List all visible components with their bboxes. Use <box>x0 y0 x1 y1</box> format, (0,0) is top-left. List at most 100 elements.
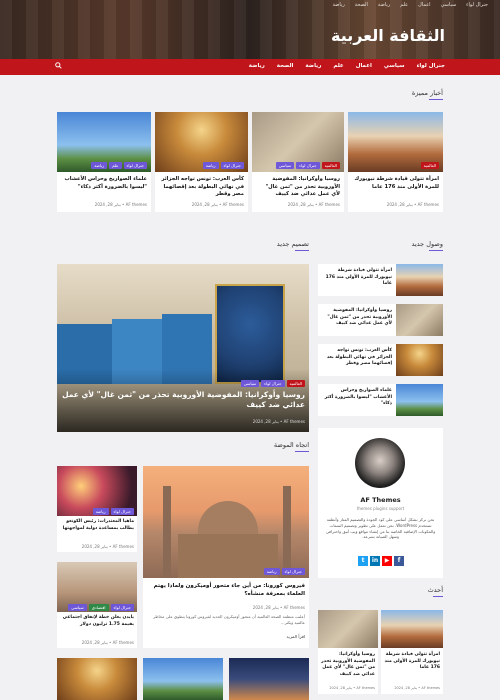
top-link[interactable]: جنرال لواء <box>466 2 488 8</box>
category-badge[interactable]: اقتصادي <box>88 604 109 611</box>
featured-card[interactable]: العالمية جنرال لواء سياسي روسيا وأوكراني… <box>252 112 344 212</box>
post-image[interactable] <box>143 658 223 700</box>
recent-title[interactable]: علماء الصواريخ وحراس الأعشاب "ليسوا بالض… <box>321 388 392 408</box>
facebook-icon[interactable]: f <box>394 556 404 566</box>
post-image[interactable] <box>229 658 309 700</box>
nav-item[interactable]: علم <box>333 63 343 69</box>
post-image[interactable] <box>57 658 137 700</box>
section-underline <box>429 99 443 100</box>
top-link[interactable]: اعمال <box>418 2 430 8</box>
recent-item[interactable]: كأس العرب: تونس تواجه الجزائر في نهائي ا… <box>318 344 443 376</box>
trend-main-title[interactable]: فيروس كورونا: من أين جاء متحور أوميكرون … <box>147 582 305 598</box>
category-badge[interactable]: رياضة <box>202 162 219 169</box>
featured-title[interactable]: روسيا وأوكرانيا: المفوضية الأوروبية تحذر… <box>256 176 340 199</box>
latest-image[interactable] <box>381 610 443 648</box>
post-meta: AF themes • يناير 28, 2024 <box>386 202 439 207</box>
recent-item[interactable]: امرأة تتولى قيادة شرطة نيويورك للمرة الأ… <box>318 264 443 296</box>
featured-title[interactable]: امرأة تتولى قيادة شرطة نيويورك للمرة الأ… <box>352 176 439 191</box>
category-badge[interactable]: سياسي <box>68 604 87 611</box>
featured-title[interactable]: كأس العرب: تونس تواجه الجزائر في نهائي ا… <box>159 176 244 199</box>
category-badge[interactable]: جنرال لواء <box>110 604 134 611</box>
recent-thumb[interactable] <box>396 344 443 376</box>
youtube-icon[interactable]: ▶ <box>382 556 392 566</box>
category-badge[interactable]: العالمية <box>420 162 439 169</box>
trend-title[interactable]: ماهيا المعتدرات: رئيس الكونغو يطالب بمسا… <box>60 519 134 532</box>
category-badge[interactable]: جنرال لواء <box>296 162 320 169</box>
latest-title[interactable]: روسيا وأوكرانيا: المفوضية الأوروبية تحذر… <box>321 652 375 678</box>
main-nav: جنرال لواء سياسي اعمال علم رياضة الصحة ر… <box>0 59 500 75</box>
hero-post[interactable]: العالمية جنرال لواء سياسي روسيا وأوكراني… <box>57 264 309 432</box>
category-badge[interactable]: جنرال لواء <box>261 380 285 387</box>
top-link[interactable]: سياسي <box>441 2 457 8</box>
site-header: جنرال لواء سياسي اعمال علم رياضة الصحة ر… <box>0 0 500 59</box>
post-meta: AF themes • يناير 28, 2024 <box>191 202 244 207</box>
twitter-icon[interactable]: t <box>358 556 368 566</box>
category-badge[interactable]: جنرال لواء <box>110 508 134 515</box>
section-title-featured: أخبار مميزة <box>411 89 443 97</box>
top-link[interactable]: رياضة <box>378 2 390 8</box>
trend-card[interactable]: جنرال لواء اقتصادي سياسي يايدن يعلن خطة … <box>57 562 137 648</box>
section-underline <box>295 451 309 452</box>
featured-card[interactable]: جنرال لواء علم رياضة علماء الصواريخ وحرا… <box>57 112 151 212</box>
nav-item[interactable]: رياضة <box>305 63 321 69</box>
recent-title[interactable]: كأس العرب: تونس تواجه الجزائر في نهائي ا… <box>321 348 392 368</box>
minaret-image <box>163 486 171 578</box>
author-name: AF Themes <box>360 496 401 504</box>
linkedin-icon[interactable]: in <box>370 556 380 566</box>
author-bio: نحن نركز بشكل أساسي على كود الجودة والتص… <box>325 517 436 540</box>
nav-item[interactable]: اعمال <box>356 63 372 69</box>
top-link[interactable]: علم <box>400 2 408 8</box>
read-more-link[interactable]: اقرأ المزيد <box>286 634 305 639</box>
trend-card[interactable]: جنرال لواء رياضة ماهيا المعتدرات: رئيس ا… <box>57 466 137 552</box>
latest-image[interactable] <box>318 610 378 648</box>
latest-card[interactable]: امرأة تتولى قيادة شرطة نيويورك للمرة الأ… <box>381 610 443 694</box>
post-meta: AF themes • يناير 28, 2024 <box>287 202 340 207</box>
search-icon[interactable] <box>55 62 62 71</box>
recent-item[interactable]: روسيا وأوكرانيا: المفوضية الأوروبية تحذر… <box>318 304 443 336</box>
top-link[interactable]: رياضة <box>332 2 344 8</box>
post-meta: AF themes • يناير 28, 2024 <box>252 605 305 610</box>
category-badge[interactable]: سياسي <box>240 380 260 387</box>
nav-item[interactable]: جنرال لواء <box>417 63 445 69</box>
latest-card[interactable]: روسيا وأوكرانيا: المفوضية الأوروبية تحذر… <box>318 610 378 694</box>
featured-card[interactable]: جنرال لواء رياضة كأس العرب: تونس تواجه ا… <box>155 112 248 212</box>
post-meta: AF themes • يناير 28, 2024 <box>329 686 375 690</box>
nav-item[interactable]: سياسي <box>384 63 405 69</box>
author-subtitle: themes plugins support <box>356 506 405 511</box>
nav-item[interactable]: الصحة <box>277 63 294 69</box>
author-widget: AF Themes themes plugins support نحن نرك… <box>318 428 443 578</box>
top-links: جنرال لواء سياسي اعمال علم رياضة الصحة ر… <box>332 2 488 8</box>
recent-item[interactable]: علماء الصواريخ وحراس الأعشاب "ليسوا بالض… <box>318 384 443 416</box>
section-title-latest: أحدث <box>427 586 443 594</box>
featured-title[interactable]: علماء الصواريخ وحراس الأعشاب "ليسوا بالض… <box>61 176 147 191</box>
nav-item[interactable]: رياضة <box>249 63 265 69</box>
avatar <box>355 438 405 488</box>
section-title-trend: اتجاه الموضة <box>273 441 309 449</box>
featured-card[interactable]: العالمية امرأة تتولى قيادة شرطة نيويورك … <box>348 112 443 212</box>
hero-title[interactable]: روسيا وأوكرانيا: المفوضية الأوروبية تحذر… <box>61 390 305 410</box>
category-badge[interactable]: جنرال لواء <box>281 568 305 575</box>
section-underline <box>295 250 309 251</box>
latest-title[interactable]: امرأة تتولى قيادة شرطة نيويورك للمرة الأ… <box>384 652 440 672</box>
category-badge[interactable]: علم <box>109 162 122 169</box>
category-badge[interactable]: العالمية <box>286 380 305 387</box>
post-meta: AF themes • يناير 28, 2024 <box>394 686 440 690</box>
trend-main-card[interactable]: جنرال لواء رياضة فيروس كورونا: من أين جا… <box>143 466 309 648</box>
recent-thumb[interactable] <box>396 384 443 416</box>
category-badge[interactable]: سياسي <box>275 162 295 169</box>
recent-title[interactable]: امرأة تتولى قيادة شرطة نيويورك للمرة الأ… <box>321 268 392 288</box>
category-badge[interactable]: العالمية <box>321 162 340 169</box>
category-badge[interactable]: رياضة <box>263 568 280 575</box>
category-badge[interactable]: جنرال لواء <box>123 162 147 169</box>
top-link[interactable]: الصحة <box>355 2 368 8</box>
recent-thumb[interactable] <box>396 264 443 296</box>
recent-thumb[interactable] <box>396 304 443 336</box>
trend-title[interactable]: يايدن يعلن خطة لإنفاق اجتماعي بقيمة 1.75… <box>60 615 134 628</box>
category-badge[interactable]: رياضة <box>91 162 108 169</box>
site-title[interactable]: الثقافة العربية <box>331 26 445 45</box>
trend-main-image[interactable] <box>143 466 309 578</box>
category-badge[interactable]: رياضة <box>92 508 109 515</box>
dome-image <box>198 501 258 536</box>
category-badge[interactable]: جنرال لواء <box>220 162 244 169</box>
recent-title[interactable]: روسيا وأوكرانيا: المفوضية الأوروبية تحذر… <box>321 308 392 328</box>
